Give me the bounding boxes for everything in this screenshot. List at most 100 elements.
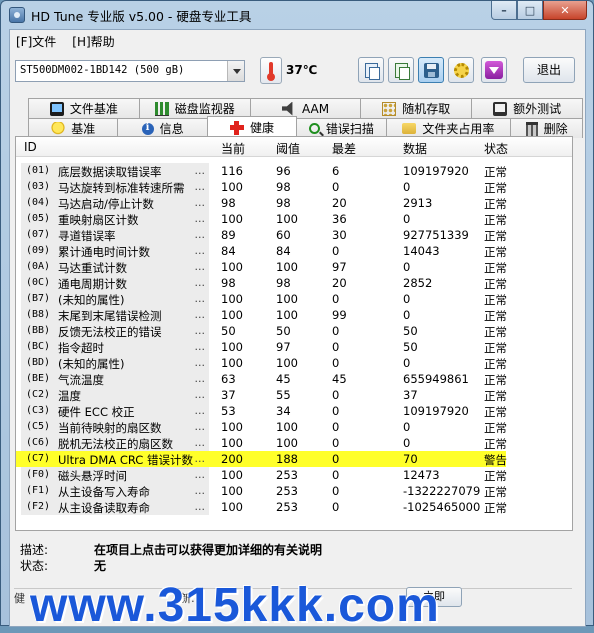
attribute-name: 末尾到末尾错误检测 [58, 309, 162, 323]
cell-threshold: 100 [276, 292, 298, 306]
tab-erase[interactable]: 删除 [510, 118, 583, 138]
table-row[interactable]: (B7) (未知的属性)... 100 100 0 0 正常 [16, 291, 572, 307]
tab-folder-usage[interactable]: 文件夹占用率 [385, 118, 512, 138]
copy-image-button[interactable] [388, 57, 414, 83]
column-current[interactable]: 当前 [221, 140, 245, 157]
ellipsis-icon: ... [194, 260, 206, 273]
table-row[interactable]: (03) 马达旋转到标准转速所需... 100 98 0 0 正常 [16, 179, 572, 195]
menu-file[interactable]: [F]文件 [16, 33, 56, 50]
cell-current: 100 [221, 468, 243, 482]
attribute-code: (C2) [26, 389, 51, 400]
cell-data: 0 [403, 436, 411, 450]
attribute-code: (C3) [26, 405, 51, 416]
table-row[interactable]: (BC) 指令超时... 100 97 0 50 正常 [16, 339, 572, 355]
table-row[interactable]: (09) 累计通电时间计数... 84 84 0 14043 正常 [16, 243, 572, 259]
cell-data: 655949861 [403, 372, 469, 386]
table-row[interactable]: (0A) 马达重试计数... 100 100 97 0 正常 [16, 259, 572, 275]
attribute-code: (09) [26, 245, 51, 256]
cell-data: 37 [403, 388, 418, 402]
cell-current: 100 [221, 292, 243, 306]
column-data[interactable]: 数据 [403, 140, 427, 157]
tab-health[interactable]: 健康 [206, 116, 298, 138]
tab-file-benchmark[interactable]: 文件基准 [28, 98, 140, 118]
cell-data: 0 [403, 212, 411, 226]
attribute-code: (F1) [26, 485, 51, 496]
table-row[interactable]: (BE) 气流温度... 63 45 45 655949861 正常 [16, 371, 572, 387]
options-button[interactable] [448, 57, 474, 83]
table-row[interactable]: (07) 寻道错误率... 89 60 30 927751339 正常 [16, 227, 572, 243]
cell-current: 37 [221, 388, 236, 402]
table-row[interactable]: (F1) 从主设备写入寿命... 100 253 0 -1322227079 正常 [16, 483, 572, 499]
table-row[interactable]: (F0) 磁头悬浮时间... 100 253 0 12473 正常 [16, 467, 572, 483]
tab-random-access[interactable]: 随机存取 [360, 98, 473, 118]
trash-icon [525, 121, 538, 136]
exit-button[interactable]: 退出 [523, 57, 575, 83]
table-row[interactable]: (C6) 脱机无法校正的扇区数... 100 100 0 0 正常 [16, 435, 572, 451]
attribute-name: 马达启动/停止计数 [58, 197, 154, 211]
column-id[interactable]: ID [24, 140, 37, 154]
cell-status: 正常 [484, 469, 507, 483]
monitor-icon [493, 101, 508, 116]
smart-table[interactable]: ID 当前 阈值 最差 数据 状态 (01) 底层数据读取错误率... 116 96 6… [16, 137, 572, 530]
tab-label: 信息 [159, 122, 184, 136]
cell-threshold: 253 [276, 484, 298, 498]
table-row[interactable]: (05) 重映射扇区计数... 100 100 36 0 正常 [16, 211, 572, 227]
cell-worst: 97 [332, 260, 347, 274]
tab-info[interactable]: 信息 [117, 118, 208, 138]
cell-id: (B7) (未知的属性)... [21, 291, 209, 307]
table-row[interactable]: (01) 底层数据读取错误率... 116 96 6 109197920 正常 [16, 163, 572, 179]
maximize-button[interactable]: □ [517, 1, 543, 20]
refresh-now-button[interactable]: 立即 [406, 587, 462, 607]
close-button[interactable]: ✕ [543, 1, 587, 20]
table-row[interactable]: (0C) 通电周期计数... 98 98 20 2852 正常 [16, 275, 572, 291]
attribute-code: (F2) [26, 501, 51, 512]
cell-worst: 45 [332, 372, 347, 386]
column-threshold[interactable]: 阈值 [276, 140, 300, 157]
minimize-button[interactable]: – [491, 1, 517, 20]
attribute-code: (C7) [26, 453, 51, 464]
column-worst[interactable]: 最差 [332, 140, 356, 157]
table-row[interactable]: (C5) 当前待映射的扇区数... 100 100 0 0 正常 [16, 419, 572, 435]
title-bar[interactable]: HD Tune 专业版 v5.00 - 硬盘专业工具 – □ ✕ [1, 1, 593, 29]
chevron-down-icon[interactable] [227, 61, 244, 81]
window-title: HD Tune 专业版 v5.00 - 硬盘专业工具 [31, 9, 252, 24]
table-row[interactable]: (04) 马达启动/停止计数... 98 98 20 2913 正常 [16, 195, 572, 211]
table-row[interactable]: (BB) 反馈无法校正的错误... 50 50 0 50 正常 [16, 323, 572, 339]
menu-help[interactable]: [H]帮助 [72, 33, 114, 50]
save-button[interactable] [418, 57, 444, 83]
table-row[interactable]: (C2) 温度... 37 55 0 37 正常 [16, 387, 572, 403]
cell-status: 正常 [484, 405, 507, 419]
drive-select[interactable]: ST500DM002-1BD142 (500 gB) [15, 60, 245, 82]
column-status[interactable]: 状态 [484, 140, 508, 157]
cell-current: 116 [221, 164, 243, 178]
cell-id: (C7) Ultra DMA CRC 错误计数... [21, 451, 209, 467]
cell-id: (BE) 气流温度... [21, 371, 209, 387]
cell-status: 正常 [484, 181, 507, 195]
cell-threshold: 96 [276, 164, 291, 178]
tab-disk-monitor[interactable]: 磁盘监视器 [138, 98, 251, 118]
cell-threshold: 97 [276, 340, 291, 354]
ellipsis-icon: ... [194, 324, 206, 337]
tab-extra-tests[interactable]: 额外测试 [471, 98, 583, 118]
ellipsis-icon: ... [194, 484, 206, 497]
table-row[interactable]: (C7) Ultra DMA CRC 错误计数... 200 188 0 70 警告 [16, 451, 507, 467]
table-row[interactable]: (C3) 硬件 ECC 校正... 53 34 0 109197920 正常 [16, 403, 572, 419]
cell-worst: 0 [332, 244, 340, 258]
cell-id: (0A) 马达重试计数... [21, 259, 209, 275]
cell-data: 0 [403, 308, 411, 322]
cell-current: 100 [221, 484, 243, 498]
tab-benchmark[interactable]: 基准 [28, 118, 119, 138]
cell-id: (07) 寻道错误率... [21, 227, 209, 243]
table-row[interactable]: (BD) (未知的属性)... 100 100 0 0 正常 [16, 355, 572, 371]
ellipsis-icon: ... [194, 180, 206, 193]
attribute-name: 硬件 ECC 校正 [58, 405, 135, 419]
table-row[interactable]: (F2) 从主设备读取寿命... 100 253 0 -1025465000 正常 [16, 499, 572, 515]
attribute-name: 重映射扇区计数 [58, 213, 139, 227]
download-button[interactable] [481, 57, 507, 83]
cell-current: 100 [221, 308, 243, 322]
tab-aam[interactable]: AAM [249, 98, 362, 118]
cell-status: 正常 [484, 341, 507, 355]
table-row[interactable]: (B8) 末尾到末尾错误检测... 100 100 99 0 正常 [16, 307, 572, 323]
tab-error-scan[interactable]: 错误扫描 [296, 118, 387, 138]
copy-text-button[interactable] [358, 57, 384, 83]
